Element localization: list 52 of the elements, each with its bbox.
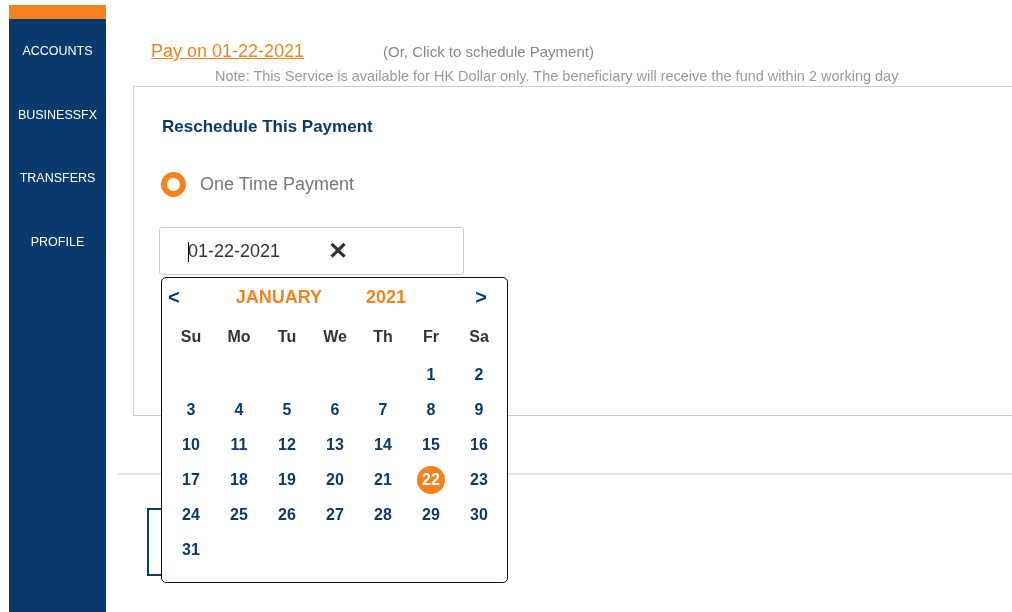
calendar-day[interactable]: 26 bbox=[273, 500, 301, 529]
calendar-day[interactable]: 28 bbox=[369, 500, 397, 529]
year-label: 2021 bbox=[366, 287, 408, 308]
calendar-day[interactable]: 2 bbox=[465, 360, 493, 389]
section-title: Reschedule This Payment bbox=[162, 117, 374, 137]
schedule-hint: (Or, Click to schedule Payment) bbox=[383, 43, 594, 60]
service-note: Note: This Service is available for HK Dollar only. The beneficiary will receive the fund within 2 working day bbox=[214, 68, 900, 84]
calendar-day[interactable]: 7 bbox=[369, 395, 397, 424]
calendar-day[interactable]: 30 bbox=[465, 500, 493, 529]
calendar-day[interactable]: 4 bbox=[225, 395, 253, 424]
month-label: JANUARY bbox=[235, 287, 323, 308]
radio-button[interactable] bbox=[161, 172, 186, 197]
calendar-day[interactable]: 27 bbox=[321, 500, 349, 529]
weekday-label: Th bbox=[373, 328, 393, 346]
calendar-day[interactable]: 20 bbox=[321, 465, 349, 494]
previous-month-button[interactable]: < bbox=[168, 286, 180, 309]
nav-item[interactable]: ACCOUNTS bbox=[22, 44, 93, 108]
calendar-day[interactable]: 9 bbox=[465, 395, 493, 424]
calendar-day[interactable]: 6 bbox=[321, 395, 349, 424]
option-label: One Time Payment bbox=[200, 174, 355, 195]
calendar-day[interactable]: 1 bbox=[417, 360, 445, 389]
calendar-day[interactable]: 12 bbox=[273, 430, 301, 459]
calendar-day[interactable]: 24 bbox=[177, 500, 205, 529]
calendar-day[interactable]: 10 bbox=[177, 430, 205, 459]
calendar-day[interactable]: 14 bbox=[369, 430, 397, 459]
calendar-day[interactable]: 29 bbox=[417, 500, 445, 529]
calendar-day[interactable]: 21 bbox=[369, 465, 397, 494]
calendar-day[interactable]: 31 bbox=[177, 535, 205, 564]
calendar-day[interactable]: 5 bbox=[273, 395, 301, 424]
calendar-day[interactable]: 25 bbox=[225, 500, 253, 529]
weekday-label: Fr bbox=[423, 328, 439, 346]
calendar-day[interactable]: 13 bbox=[321, 430, 349, 459]
calendar-day[interactable]: 8 bbox=[417, 395, 445, 424]
weekday-label: Sa bbox=[469, 328, 489, 346]
calendar-day[interactable]: 23 bbox=[465, 465, 493, 494]
calendar-day[interactable]: 15 bbox=[417, 430, 445, 459]
nav-item[interactable]: PROFILE bbox=[30, 234, 85, 298]
weekday-label: We bbox=[323, 328, 347, 346]
nav-item[interactable]: BUSINESSFX bbox=[17, 107, 98, 171]
weekday-label: Mo bbox=[227, 328, 251, 346]
nav-item[interactable]: TRANSFERS bbox=[19, 171, 96, 235]
next-month-button[interactable]: > bbox=[475, 286, 487, 309]
calendar-day[interactable]: 18 bbox=[225, 465, 253, 494]
date-field[interactable]: 01-22-2021 ✕ bbox=[159, 227, 464, 275]
calendar-day[interactable]: 16 bbox=[465, 430, 493, 459]
calendar-day[interactable]: 17 bbox=[177, 465, 205, 494]
close-icon[interactable]: ✕ bbox=[328, 237, 349, 265]
calendar-day[interactable]: 19 bbox=[273, 465, 301, 494]
calendar-day[interactable]: 3 bbox=[177, 395, 205, 424]
weekday-label: Su bbox=[180, 328, 202, 346]
calendar-day[interactable]: 11 bbox=[225, 430, 253, 459]
weekday-label: Tu bbox=[277, 328, 297, 346]
